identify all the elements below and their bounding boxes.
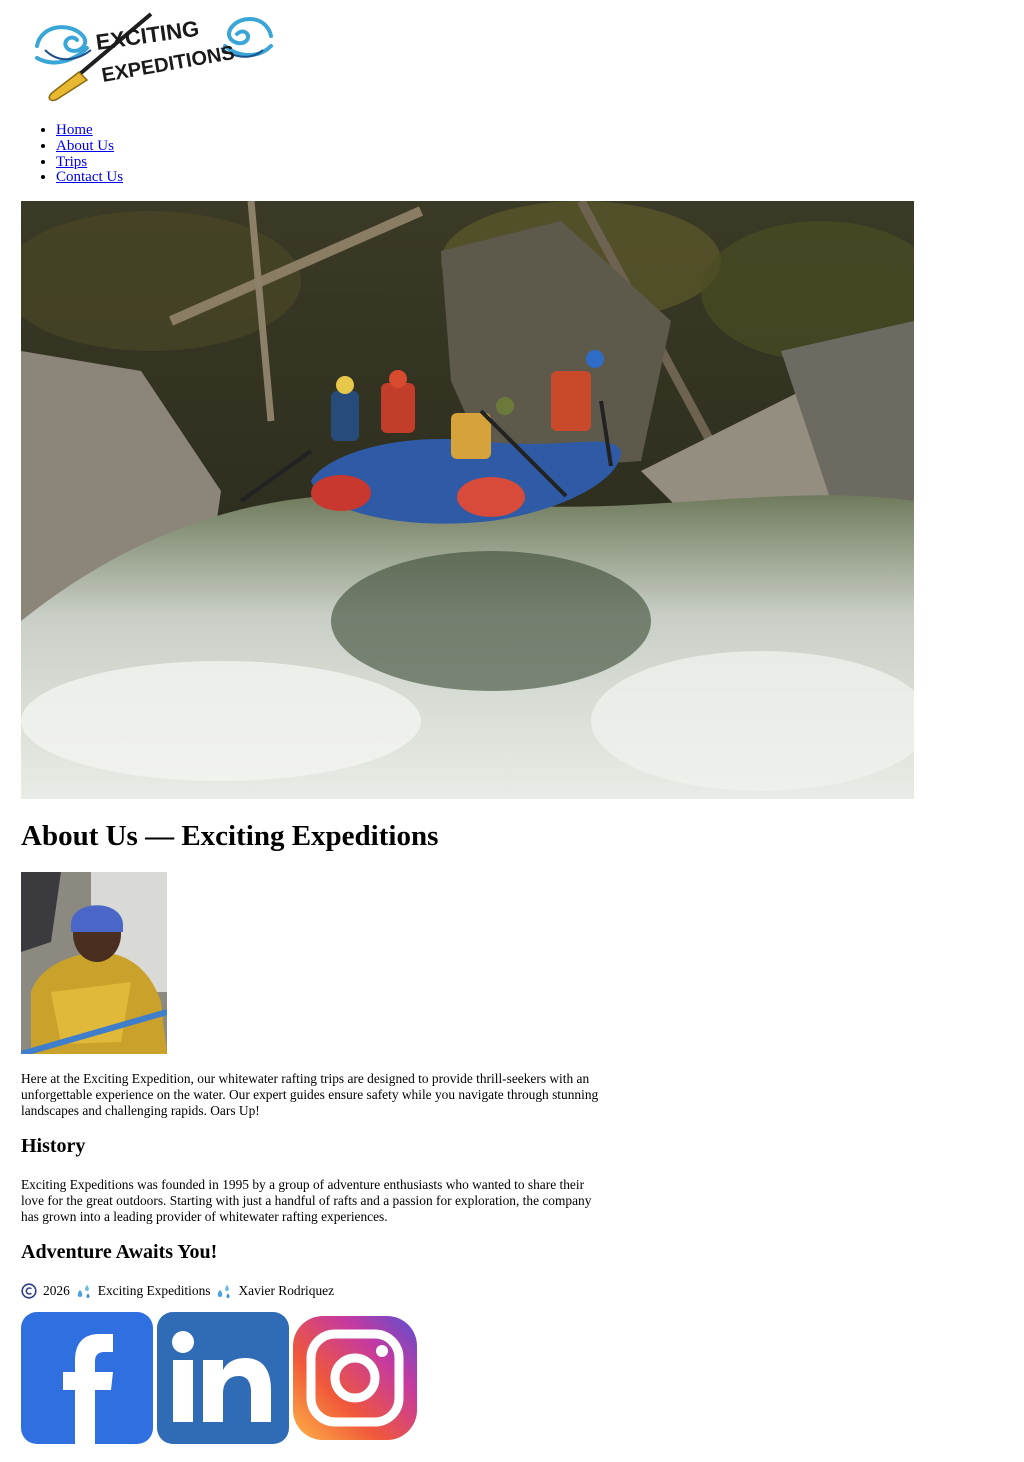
- facebook-link[interactable]: [21, 1311, 153, 1449]
- nav-link-home[interactable]: Home: [56, 122, 93, 138]
- instagram-link[interactable]: [293, 1315, 417, 1445]
- footer-company: Exciting Expeditions: [97, 1283, 211, 1298]
- instagram-icon: [293, 1315, 417, 1440]
- footer: 2026 Exciting Expeditions Xavier Rodriqu…: [21, 1283, 334, 1299]
- nav-link-about[interactable]: About Us: [56, 138, 114, 154]
- facebook-icon: [21, 1311, 153, 1444]
- copyright-icon: [21, 1283, 37, 1299]
- footer-year: 2026: [43, 1283, 70, 1298]
- droplets-icon: [218, 1285, 230, 1298]
- nav-item-trips: Trips: [56, 154, 123, 171]
- nav-item-contact: Contact Us: [56, 169, 123, 186]
- hero-rafting-image: [21, 201, 914, 799]
- main-nav: Home About Us Trips Contact Us: [21, 122, 123, 186]
- intro-paragraph: Here at the Exciting Expedition, our whi…: [21, 1071, 599, 1118]
- nav-link-contact[interactable]: Contact Us: [56, 169, 123, 185]
- footer-author: Xavier Rodriquez: [238, 1283, 335, 1298]
- linkedin-link[interactable]: [157, 1311, 289, 1449]
- history-heading: History: [21, 1135, 86, 1157]
- adventure-heading: Adventure Awaits You!: [21, 1241, 218, 1263]
- nav-item-home: Home: [56, 122, 123, 139]
- logo-line1: EXCITING: [94, 16, 200, 55]
- nav-item-about: About Us: [56, 138, 123, 155]
- guide-portrait-image: [21, 872, 167, 1054]
- history-paragraph: Exciting Expeditions was founded in 1995…: [21, 1177, 592, 1224]
- linkedin-icon: [157, 1311, 289, 1444]
- page-title: About Us — Exciting Expeditions: [21, 820, 439, 852]
- nav-link-trips[interactable]: Trips: [56, 154, 87, 170]
- droplets-icon: [77, 1285, 90, 1298]
- social-links: [21, 1311, 417, 1449]
- site-logo[interactable]: EXCITING EXPEDITIONS: [31, 6, 276, 102]
